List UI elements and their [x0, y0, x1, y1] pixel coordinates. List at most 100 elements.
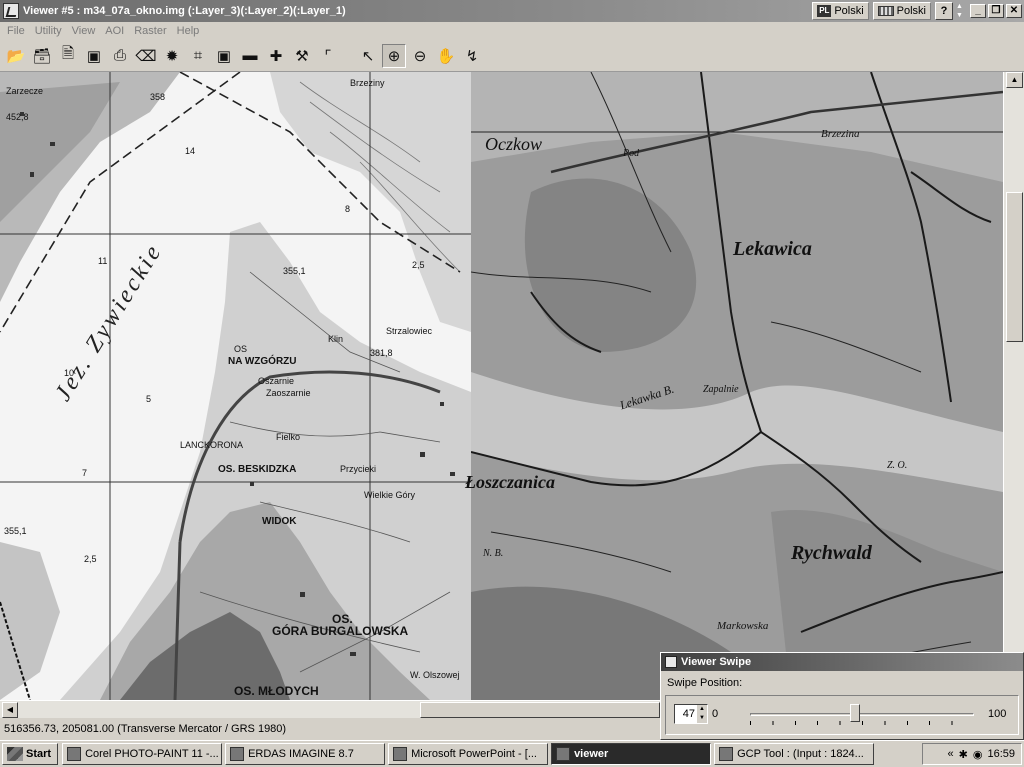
label-gora-burgalowska: GÓRA BURGALOWSKA [272, 624, 409, 638]
label-os-mlodych: OS. MŁODYCH [234, 684, 319, 698]
language-switcher-2[interactable]: Polski [872, 2, 931, 20]
swipe-min-label: 0 [712, 708, 719, 720]
label-wielkie-gony: Wielkie Góry [364, 490, 416, 500]
menu-view[interactable]: View [67, 25, 101, 37]
task-viewer[interactable]: viewer [551, 743, 712, 765]
label-klin: Klin [328, 334, 344, 344]
label-oszarnie: Oszarnie [258, 376, 295, 386]
language-label-2: Polski [896, 5, 926, 17]
task-label: viewer [574, 748, 609, 760]
horizontal-scroll-thumb[interactable] [420, 702, 660, 718]
help-button[interactable]: ? [935, 2, 953, 20]
menu-aoi[interactable]: AOI [100, 25, 129, 37]
inquire-icon[interactable]: ↯ [460, 44, 484, 68]
menu-file[interactable]: File [2, 25, 30, 37]
print-icon[interactable]: ⎙ [108, 44, 132, 68]
arrow-select-icon[interactable]: ↖ [356, 44, 380, 68]
eraser-icon[interactable]: ⌫ [134, 44, 158, 68]
label-w-olszowej: W. Olszowej [410, 670, 460, 680]
restore-button[interactable]: ❐ [988, 4, 1004, 18]
label-brzeziny: Brzeziny [350, 78, 385, 88]
label-5: 5 [146, 394, 152, 404]
label-2-5-b: 2,5 [84, 554, 97, 564]
task-erdas-imagine[interactable]: ERDAS IMAGINE 8.7 [225, 743, 386, 765]
erdas-icon [230, 747, 245, 761]
swipe-max-label: 100 [988, 708, 1007, 720]
label-pod: Pod [623, 148, 640, 159]
label-8: 8 [345, 204, 351, 214]
label-zo: Z. O. [887, 460, 908, 471]
start-label: Start [26, 748, 52, 760]
map-viewport[interactable]: Jez. Zywieckie Zarzecze 452,8 358 14 Brz… [0, 72, 1003, 700]
label-nb: N. B. [483, 548, 504, 559]
zoom-in-icon[interactable]: ⊕ [382, 43, 406, 68]
vertical-scroll-thumb[interactable] [1006, 192, 1023, 342]
viewer-app-icon[interactable] [3, 3, 19, 19]
label-11: 11 [98, 256, 108, 266]
swipe-app-icon [665, 656, 677, 668]
swipe-slider-track[interactable] [750, 713, 974, 716]
swipe-title-bar[interactable]: Viewer Swipe [661, 653, 1023, 671]
arrow-down-icon[interactable]: ▼ [956, 11, 966, 20]
coordinate-readout: 516356.73, 205081.00 (Transverse Mercato… [4, 723, 287, 735]
label-358: 358 [150, 92, 166, 102]
label-przycieki: Przycieki [340, 464, 377, 474]
label-rychwald: Rychwald [791, 542, 872, 564]
swipe-position-spinner[interactable]: 47 ▲ ▼ [674, 704, 708, 724]
layer-info-icon[interactable]: ✹ [160, 44, 184, 68]
pan-hand-icon[interactable]: ✋ [434, 44, 458, 68]
menu-raster[interactable]: Raster [129, 25, 171, 37]
close-button[interactable]: ✕ [1006, 4, 1022, 18]
arrow-up-icon[interactable]: ▲ [956, 2, 966, 11]
label-os-top: OS [234, 344, 248, 354]
viewer-swipe-dialog: Viewer Swipe Swipe Position: 47 ▲ ▼ 0 100 [660, 652, 1024, 740]
open-folder-icon[interactable]: 📂 [4, 44, 28, 68]
tray-network-icon[interactable]: ✱ [959, 748, 968, 761]
spinner-arrows-icon[interactable]: ▲ ▼ [697, 705, 707, 723]
label-langkorona: LANCKORONA [180, 440, 244, 450]
hammer-icon[interactable]: ⚒ [290, 44, 314, 68]
menu-bar: File Utility View AOI Raster Help [0, 22, 1024, 40]
tray-volume-icon[interactable]: ◉ [973, 748, 983, 761]
measure-icon[interactable]: ▬ [238, 44, 262, 68]
graph-icon[interactable]: ⌜ [316, 44, 340, 68]
swipe-slider-thumb[interactable] [850, 704, 861, 722]
scroll-left-icon[interactable]: ◀ [2, 702, 18, 718]
keyboard-icon [877, 6, 894, 16]
topographic-map-layer[interactable]: Jez. Zywieckie Zarzecze 452,8 358 14 Brz… [0, 72, 471, 700]
save-icon[interactable]: ▣ [82, 44, 106, 68]
minimize-button[interactable]: _ [970, 4, 986, 18]
swipe-title: Viewer Swipe [681, 656, 752, 668]
clock[interactable]: 16:59 [987, 748, 1015, 760]
vertical-scrollbar[interactable]: ▲ [1003, 72, 1024, 700]
label-zaoszarnie: Zaoszarnie [266, 388, 311, 398]
zoom-extent-icon[interactable]: ▣ [212, 44, 236, 68]
start-button[interactable]: Start [2, 743, 59, 765]
viewer-title-bar[interactable]: Viewer #5 : m34_07a_okno.img (:Layer_3)(… [0, 0, 1024, 22]
label-2-5-a: 2,5 [412, 260, 425, 270]
menu-help[interactable]: Help [172, 25, 205, 37]
system-tray: « ✱ ◉ 16:59 [922, 743, 1022, 765]
label-355-1: 355,1 [283, 266, 306, 276]
swipe-position-value: 47 [682, 708, 695, 720]
task-corel-photo-paint[interactable]: Corel PHOTO-PAINT 11 -... [62, 743, 223, 765]
label-na-wzgorzu: NA WZGÓRZU [228, 356, 297, 367]
task-powerpoint[interactable]: Microsoft PowerPoint - [... [388, 743, 549, 765]
horizontal-scrollbar[interactable]: ◀ [0, 700, 660, 718]
language-switcher-1[interactable]: PL Polski [812, 2, 869, 20]
open-layer-icon[interactable]: 🗃 [30, 44, 54, 68]
label-oszczanica: Łoszczanica [465, 472, 555, 492]
task-gcp-tool[interactable]: GCP Tool : (Input : 1824... [714, 743, 875, 765]
updown-arrows[interactable]: ▲ ▼ [956, 2, 966, 20]
new-icon[interactable]: 🗎 [56, 44, 80, 68]
crosshair-icon[interactable]: ✚ [264, 44, 288, 68]
historical-map-layer[interactable]: Oczkow Pod Brzezina Lekawica Lekawka B. … [465, 72, 1003, 700]
tray-expand-icon[interactable]: « [948, 748, 954, 760]
zoom-out-icon[interactable]: ⊖ [408, 44, 432, 68]
menu-utility[interactable]: Utility [30, 25, 67, 37]
label-strzalowiec: Strzalowiec [386, 326, 433, 336]
zoom-fit-icon[interactable]: ⌗ [186, 44, 210, 68]
label-brzezina: Brzezina [821, 128, 860, 140]
task-label: Microsoft PowerPoint - [... [411, 748, 537, 760]
scroll-up-icon[interactable]: ▲ [1006, 72, 1023, 88]
